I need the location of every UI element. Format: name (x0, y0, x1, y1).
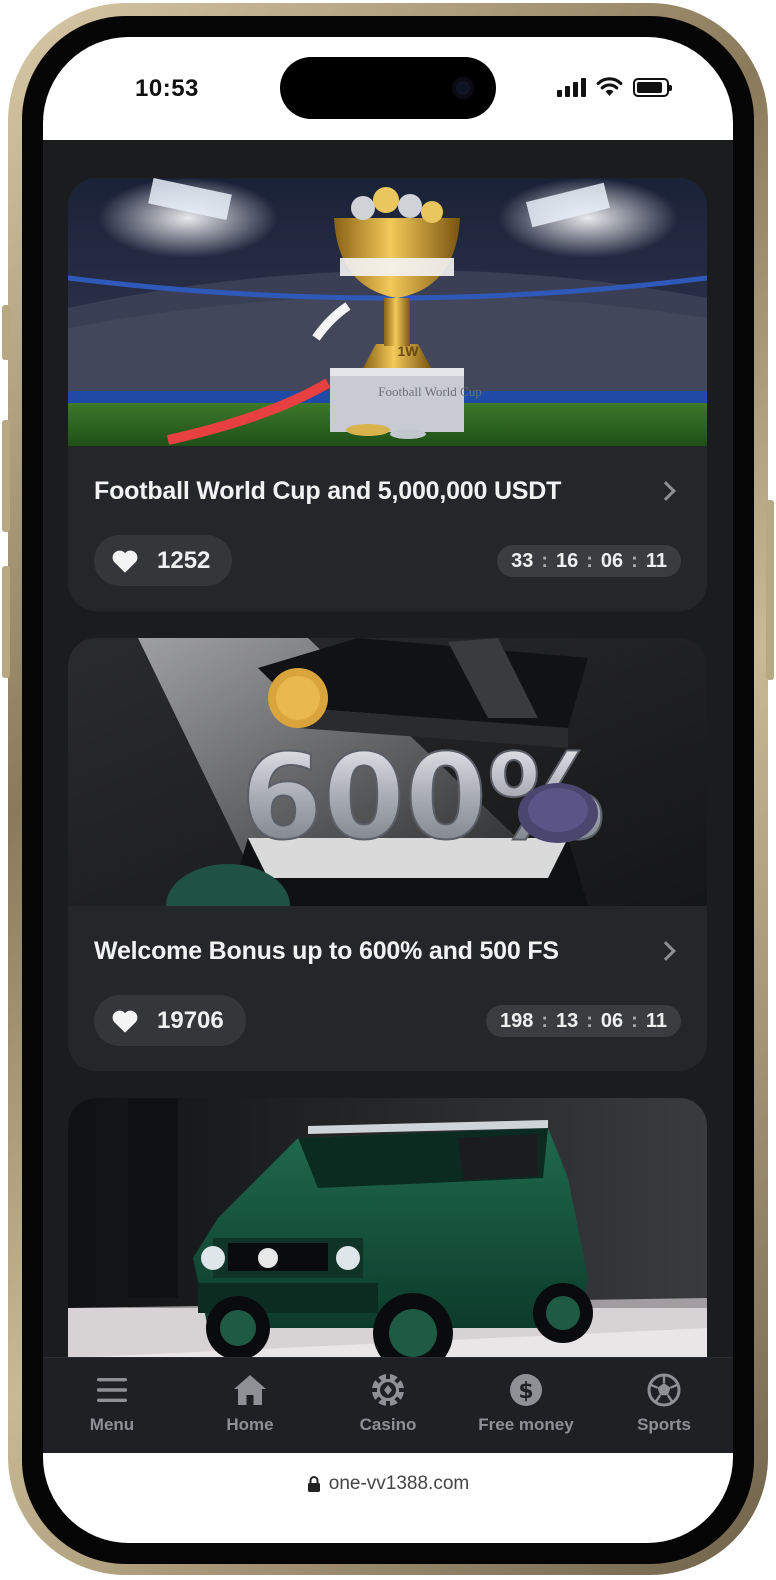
home-icon (234, 1375, 266, 1405)
timer-separator: : (541, 1009, 548, 1032)
dollar-coin-icon: $ (510, 1374, 542, 1406)
tab-label: Free money (478, 1415, 574, 1434)
tab-label: Casino (359, 1415, 417, 1434)
like-button[interactable]: 1252 (94, 535, 233, 586)
countdown-timer: 33: 16: 06: 11 (497, 545, 681, 577)
promotions-feed[interactable]: Football World Cup 1W Football World Cup… (43, 140, 733, 1357)
timer-separator: : (631, 549, 638, 572)
tab-sports[interactable]: Sports (595, 1358, 733, 1453)
countdown-timer: 198: 13: 06: 11 (485, 1005, 681, 1037)
promo-title: Welcome Bonus up to 600% and 500 FS (94, 936, 559, 965)
banner-logo: 1W (398, 343, 420, 359)
silent-switch (2, 305, 10, 360)
url-text: one-vv1388.com (328, 1473, 470, 1494)
phone-screen: 10:53 Football World Cup 1W Football Wor… (43, 37, 733, 1543)
heart-icon (112, 1010, 138, 1033)
wifi-icon (596, 77, 623, 96)
battery-level-fill (637, 81, 663, 93)
timer-minutes: 06 (600, 549, 624, 572)
timer-seconds: 11 (645, 549, 667, 572)
green-suv-banner (68, 1098, 707, 1357)
casino-chip-icon (371, 1373, 405, 1407)
tab-menu[interactable]: Menu (43, 1358, 181, 1453)
svg-text:$: $ (518, 1379, 533, 1404)
promo-title: Football World Cup and 5,000,000 USDT (94, 476, 562, 505)
battery-icon (633, 77, 672, 97)
tab-label: Home (226, 1415, 274, 1434)
url-field[interactable]: one-vv1388.com (307, 1471, 469, 1497)
soccer-ball-icon (647, 1373, 681, 1407)
tab-label: Menu (89, 1415, 135, 1434)
like-count: 1252 (157, 546, 211, 574)
trophy-text: Football World Cup (378, 384, 481, 399)
status-icons (557, 77, 672, 97)
tab-home[interactable]: Home (181, 1358, 319, 1453)
timer-days: 198 (499, 1009, 534, 1032)
chevron-right-icon (656, 941, 676, 961)
promo-card-world-cup[interactable]: Football World Cup 1W Football World Cup… (68, 178, 707, 611)
timer-minutes: 06 (600, 1009, 624, 1032)
timer-separator: : (631, 1009, 638, 1032)
volume-down-button (2, 566, 10, 678)
status-clock: 10:53 (135, 75, 199, 102)
promo-title-row[interactable]: Football World Cup and 5,000,000 USDT (94, 473, 681, 509)
timer-separator: : (586, 1009, 593, 1032)
like-button[interactable]: 19706 (94, 995, 246, 1046)
trophy-stadium-banner: Football World Cup 1W (68, 178, 707, 446)
browser-url-bar[interactable]: one-vv1388.com (43, 1453, 733, 1543)
timer-hours: 16 (556, 549, 579, 572)
timer-hours: 13 (556, 1009, 579, 1032)
gift-box-600-banner: 600% (68, 638, 707, 906)
tab-free-money[interactable]: $ Free money (457, 1358, 595, 1453)
tab-casino[interactable]: Casino (319, 1358, 457, 1453)
promo-title-row[interactable]: Welcome Bonus up to 600% and 500 FS (94, 933, 681, 969)
timer-separator: : (541, 549, 548, 572)
tab-label: Sports (637, 1415, 691, 1434)
volume-up-button (2, 420, 10, 532)
timer-separator: : (586, 549, 593, 572)
promo-card-car[interactable] (68, 1098, 707, 1357)
heart-icon (112, 550, 138, 573)
timer-seconds: 11 (645, 1009, 667, 1032)
promo-card-welcome-bonus[interactable]: 600% Welcome Bonus up to 600% and 500 FS… (68, 638, 707, 1071)
lock-icon (307, 1476, 320, 1492)
dynamic-island (280, 57, 496, 119)
like-count: 19706 (157, 1006, 224, 1034)
timer-days: 33 (511, 549, 534, 572)
status-bar: 10:53 (43, 37, 733, 140)
front-camera (452, 77, 474, 99)
hamburger-menu-icon (97, 1378, 127, 1402)
cellular-signal-icon (557, 77, 586, 97)
chevron-right-icon (656, 481, 676, 501)
power-button (766, 500, 774, 680)
bottom-tab-bar: Menu Home Casino $ Free money Sports (43, 1357, 733, 1453)
